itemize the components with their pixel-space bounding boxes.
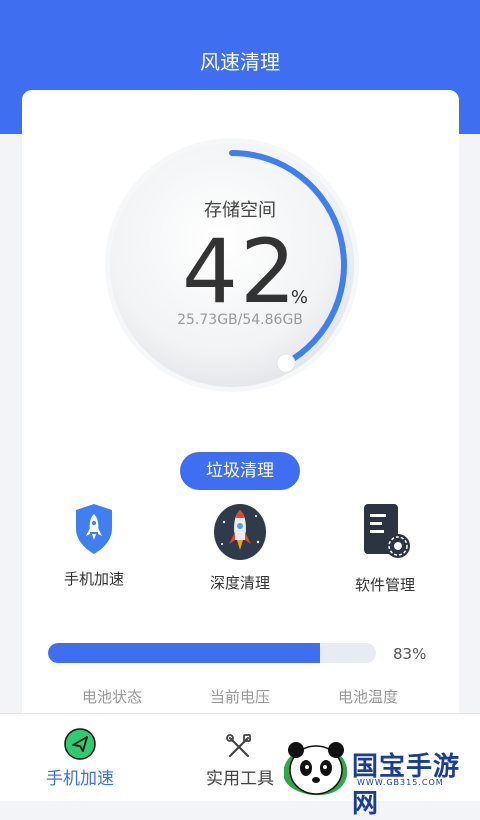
rocket-shield-icon bbox=[76, 504, 112, 554]
storage-label: 存储空间 bbox=[204, 200, 276, 221]
feature-app-manager[interactable]: 软件管理 bbox=[330, 502, 440, 595]
storage-info: 存储空间 42 % 25.73GB/54.86GB bbox=[150, 196, 330, 328]
battery-progress-fill bbox=[48, 643, 321, 663]
feature-deep-clean[interactable]: 深度清理 bbox=[185, 502, 295, 593]
tab-phone-boost[interactable]: 手机加速 bbox=[20, 714, 140, 801]
tab-label: 手机加速 bbox=[46, 769, 114, 789]
battery-percent: 83% bbox=[393, 645, 427, 663]
percent-sign: % bbox=[290, 287, 308, 308]
page-title: 风速清理 bbox=[200, 50, 280, 74]
tools-icon bbox=[226, 734, 251, 758]
watermark-url: WWW.GB315.COM bbox=[357, 778, 444, 787]
rocket-badge-icon bbox=[214, 504, 266, 560]
paper-plane-icon bbox=[64, 728, 96, 760]
stat-battery-status-label: 电池状态 bbox=[81, 688, 142, 706]
feature-phone-boost[interactable]: 手机加速 bbox=[39, 502, 149, 589]
feature-label: 深度清理 bbox=[209, 574, 270, 592]
stat-voltage-label: 当前电压 bbox=[209, 688, 270, 706]
stat-temperature-label: 电池温度 bbox=[337, 688, 398, 706]
feature-label: 手机加速 bbox=[63, 570, 124, 588]
feature-label: 软件管理 bbox=[354, 576, 415, 594]
document-gear-icon bbox=[364, 504, 410, 558]
junk-clean-button[interactable]: 垃圾清理 bbox=[180, 452, 300, 490]
storage-progress-knob bbox=[276, 353, 296, 373]
storage-percent: 42 bbox=[182, 220, 298, 323]
battery-progress-bar bbox=[48, 643, 376, 663]
